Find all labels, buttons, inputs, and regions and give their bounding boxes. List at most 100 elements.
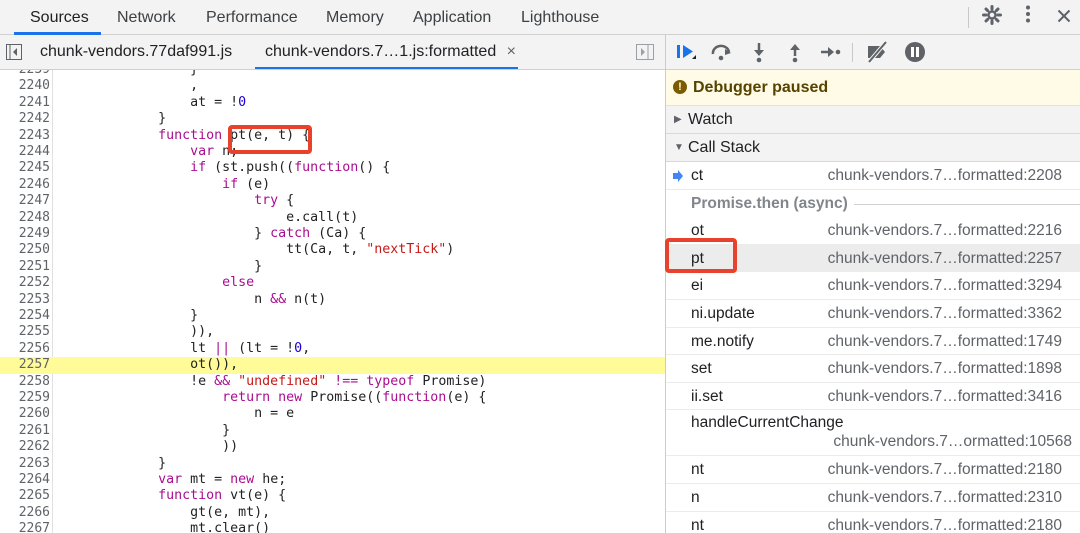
line-number[interactable]: 2246 <box>0 177 50 193</box>
line-number[interactable]: 2258 <box>0 374 50 390</box>
frame-location[interactable]: chunk-vendors.7…formatted:2208 <box>828 162 1062 189</box>
code-text: n = e <box>62 406 295 422</box>
frame-function-name: n <box>691 489 700 506</box>
line-number[interactable]: 2240 <box>0 78 50 94</box>
frame-location[interactable]: chunk-vendors.7…formatted:2180 <box>828 456 1062 483</box>
deactivate-breakpoints-icon[interactable] <box>865 40 889 64</box>
code-line: 2245 if (st.push((function() { <box>0 160 665 176</box>
line-number[interactable]: 2256 <box>0 341 50 357</box>
code-line: 2243 function pt(e, t) { <box>0 128 665 144</box>
code-text: mt.clear() <box>62 521 271 533</box>
watch-label: Watch <box>688 111 733 128</box>
code-line: 2252 else <box>0 275 665 291</box>
call-frame-set[interactable]: set chunk-vendors.7…formatted:1898 <box>666 355 1080 383</box>
line-number[interactable]: 2247 <box>0 193 50 209</box>
call-frame-ei[interactable]: ei chunk-vendors.7…formatted:3294 <box>666 272 1080 300</box>
step-over-icon[interactable] <box>710 41 734 63</box>
resume-icon[interactable] <box>675 41 699 63</box>
frame-function-name: set <box>691 360 712 378</box>
frame-location[interactable]: chunk-vendors.7…formatted:2180 <box>828 512 1062 533</box>
line-number[interactable]: 2243 <box>0 128 50 144</box>
call-frame-ni-update[interactable]: ni.update chunk-vendors.7…formatted:3362 <box>666 300 1080 328</box>
code-text: if (st.push((function() { <box>190 160 391 176</box>
toggle-navigator-icon[interactable] <box>6 44 22 65</box>
code-line: 2257 ot()), <box>0 357 665 374</box>
line-number[interactable]: 2242 <box>0 111 50 127</box>
code-text: } catch (Ca) { <box>62 226 367 241</box>
frame-location[interactable]: chunk-vendors.7…formatted:3362 <box>828 300 1062 327</box>
line-number[interactable]: 2257 <box>0 357 50 373</box>
step-into-icon[interactable] <box>747 41 771 63</box>
kebab-menu-icon[interactable] <box>1016 5 1040 29</box>
code-text: var n; <box>190 144 239 159</box>
line-number[interactable]: 2239 <box>0 70 50 78</box>
async-label: Promise.then (async) <box>691 194 848 212</box>
panel-tab-bar: Sources Network Performance Memory Appli… <box>0 0 1080 35</box>
code-line: 2256 lt || (lt = !0, <box>0 341 665 357</box>
frame-function-name: ct <box>691 167 704 184</box>
line-number[interactable]: 2244 <box>0 144 50 160</box>
line-number[interactable]: 2260 <box>0 406 50 422</box>
file-tab-minified[interactable]: chunk-vendors.77daf991.js <box>40 35 232 69</box>
code-text: ot()), <box>62 357 239 373</box>
frame-location[interactable]: chunk-vendors.7…formatted:1898 <box>828 355 1062 382</box>
frame-location[interactable]: chunk-vendors.7…formatted:2310 <box>828 484 1062 511</box>
close-tab-icon[interactable]: × <box>507 43 516 60</box>
line-number[interactable]: 2255 <box>0 324 50 340</box>
line-number[interactable]: 2259 <box>0 390 50 406</box>
step-out-icon[interactable] <box>783 41 807 63</box>
line-number[interactable]: 2267 <box>0 521 50 533</box>
frame-location[interactable]: chunk-vendors.7…formatted:2257 <box>828 245 1062 272</box>
frame-location[interactable]: chunk-vendors.7…formatted:3416 <box>828 383 1062 410</box>
call-frame-nt[interactable]: nt chunk-vendors.7…formatted:2180 <box>666 456 1080 484</box>
async-separator: Promise.then (async) <box>666 190 1080 217</box>
code-line: 2261 } <box>0 423 665 439</box>
line-number[interactable]: 2264 <box>0 472 50 488</box>
call-frame-nt[interactable]: nt chunk-vendors.7…formatted:2180 <box>666 512 1080 533</box>
line-number[interactable]: 2249 <box>0 226 50 242</box>
code-line: 2241 at = !0 <box>0 95 665 111</box>
call-frame-n[interactable]: n chunk-vendors.7…formatted:2310 <box>666 484 1080 512</box>
pause-on-exceptions-icon[interactable] <box>904 41 928 63</box>
line-number[interactable]: 2253 <box>0 292 50 308</box>
call-frame-me-notify[interactable]: me.notify chunk-vendors.7…formatted:1749 <box>666 328 1080 356</box>
line-number[interactable]: 2261 <box>0 423 50 439</box>
tab-application[interactable]: Application <box>413 0 491 35</box>
code-editor[interactable]: 2239 }2240 ,2241 at = !02242 }2243 funct… <box>0 70 665 533</box>
gear-icon[interactable] <box>980 5 1004 29</box>
tab-lighthouse[interactable]: Lighthouse <box>521 0 599 35</box>
tab-network[interactable]: Network <box>117 0 176 35</box>
debugger-paused-banner: ! Debugger paused <box>666 70 1080 106</box>
call-frame-handleCurrentChange[interactable]: handleCurrentChange chunk-vendors.7…ormat… <box>666 410 1080 457</box>
toggle-debugger-icon[interactable] <box>636 44 654 65</box>
code-text: !e && "undefined" !== typeof Promise) <box>62 373 487 389</box>
tab-sources[interactable]: Sources <box>30 0 89 35</box>
close-icon[interactable] <box>1052 5 1076 29</box>
line-number[interactable]: 2262 <box>0 439 50 455</box>
step-icon[interactable] <box>818 41 842 63</box>
line-number[interactable]: 2266 <box>0 505 50 521</box>
line-number[interactable]: 2263 <box>0 456 50 472</box>
line-number[interactable]: 2251 <box>0 259 50 275</box>
code-text: function vt(e) { <box>158 488 287 504</box>
line-number[interactable]: 2254 <box>0 308 50 324</box>
file-tab-formatted[interactable]: chunk-vendors.7…1.js:formatted × <box>265 35 516 69</box>
call-frame-ct[interactable]: ct chunk-vendors.7…formatted:2208 <box>666 162 1080 190</box>
code-text: return new Promise((function(e) { <box>222 390 487 405</box>
frame-location[interactable]: chunk-vendors.7…formatted:1749 <box>828 328 1062 355</box>
call-stack-section-header[interactable]: ▼ Call Stack <box>666 134 1080 162</box>
call-frame-ii-set[interactable]: ii.set chunk-vendors.7…formatted:3416 <box>666 383 1080 411</box>
tab-memory[interactable]: Memory <box>326 0 384 35</box>
line-number[interactable]: 2250 <box>0 242 50 258</box>
chevron-down-icon: ▼ <box>674 142 684 153</box>
watch-section-header[interactable]: ▶ Watch <box>666 106 1080 134</box>
frame-location[interactable]: chunk-vendors.7…formatted:3294 <box>828 272 1062 299</box>
line-number[interactable]: 2252 <box>0 275 50 291</box>
frame-location[interactable]: chunk-vendors.7…formatted:2216 <box>828 217 1062 244</box>
tab-performance[interactable]: Performance <box>206 0 298 35</box>
frame-location[interactable]: chunk-vendors.7…ormatted:10568 <box>833 428 1072 455</box>
line-number[interactable]: 2241 <box>0 95 50 111</box>
line-number[interactable]: 2248 <box>0 210 50 226</box>
line-number[interactable]: 2265 <box>0 488 50 504</box>
line-number[interactable]: 2245 <box>0 160 50 176</box>
